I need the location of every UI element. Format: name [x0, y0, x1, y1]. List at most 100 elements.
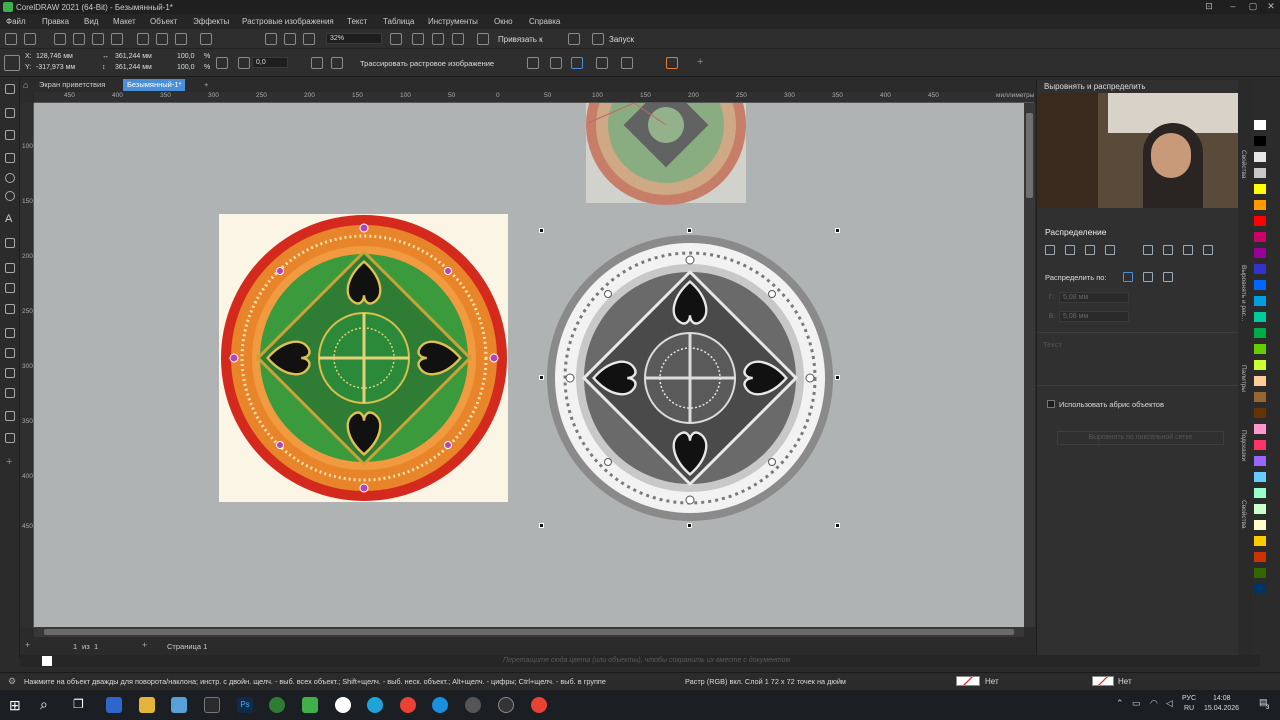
distribute-vspacing-icon[interactable] [1183, 245, 1193, 255]
palette-swatch[interactable] [1254, 504, 1266, 514]
menu-object[interactable]: Объект [150, 17, 177, 26]
copy-icon[interactable] [156, 33, 168, 45]
reference-point-icon[interactable] [4, 55, 20, 71]
clock-time[interactable]: 14:08 [1213, 695, 1231, 702]
menu-tools[interactable]: Инструменты [428, 17, 478, 26]
faded-mandala-copy[interactable] [586, 103, 746, 205]
edge-icon[interactable] [432, 697, 448, 713]
restore-toolbar-icon[interactable]: ⊡ [1202, 1, 1216, 13]
horizontal-scrollbar[interactable] [34, 627, 1024, 637]
tray-volume-icon[interactable]: ◁ [1166, 698, 1173, 709]
palette-swatch[interactable] [1254, 392, 1266, 402]
task-view-icon[interactable]: ❐ [73, 697, 84, 711]
palette-swatch[interactable] [1254, 440, 1266, 450]
palette-swatch[interactable] [1254, 328, 1266, 338]
menu-view[interactable]: Вид [84, 17, 98, 26]
tab-properties-2[interactable]: Подсказки [1240, 430, 1247, 461]
selection-handle[interactable] [687, 228, 692, 233]
snap-to-dropdown[interactable]: Привязать к [498, 35, 543, 44]
tab-align-distribute[interactable]: Выровнять и рас... [1240, 265, 1247, 321]
transparency-tool-icon[interactable] [5, 304, 15, 314]
photoshop-icon[interactable]: Ps [237, 697, 253, 713]
mesh-fill-icon[interactable] [5, 368, 15, 378]
horizontal-ruler[interactable]: 450 400 350 300 250 200 150 100 50 0 50 … [34, 92, 1034, 103]
menu-bitmaps[interactable]: Растровые изображения [242, 17, 334, 26]
vertical-spacing-field[interactable]: 5,08 мм [1059, 311, 1129, 322]
shape-tool-icon[interactable] [5, 108, 15, 118]
palette-swatch[interactable] [1254, 200, 1266, 210]
tray-network-icon[interactable]: ▭ [1132, 698, 1141, 709]
menu-edit[interactable]: Правка [42, 17, 69, 26]
selection-handle[interactable] [835, 523, 840, 528]
palette-swatch[interactable] [1254, 312, 1266, 322]
launch-icon[interactable] [592, 33, 604, 45]
selection-handle[interactable] [835, 228, 840, 233]
selection-handle[interactable] [835, 375, 840, 380]
distribute-spacing-value-icon[interactable] [1163, 272, 1173, 282]
scale-y-field[interactable]: 100,0 [177, 64, 195, 71]
palette-swatch[interactable] [1254, 152, 1266, 162]
palette-swatch[interactable] [1254, 232, 1266, 242]
tab-welcome[interactable]: Экран приветствия [35, 79, 109, 91]
palette-swatch[interactable] [1254, 408, 1266, 418]
menu-help[interactable]: Справка [529, 17, 560, 26]
export-icon[interactable] [284, 33, 296, 45]
tray-wifi-icon[interactable]: ◠ [1150, 698, 1158, 709]
mirror-horizontal-icon[interactable] [311, 57, 323, 69]
scale-x-field[interactable]: 100,0 [177, 53, 195, 60]
palette-swatch[interactable] [1254, 280, 1266, 290]
palette-swatch[interactable] [1254, 552, 1266, 562]
add-tab-button[interactable]: + [200, 79, 212, 91]
menu-layout[interactable]: Макет [113, 17, 136, 26]
zoom-fit-icon[interactable] [390, 33, 402, 45]
snap-icon[interactable] [477, 33, 489, 45]
yandex-browser-icon[interactable] [335, 697, 351, 713]
save-app-icon[interactable] [106, 697, 122, 713]
selection-handle[interactable] [539, 375, 544, 380]
obs-icon[interactable] [498, 697, 514, 713]
skype-icon[interactable] [367, 697, 383, 713]
freehand-tool-icon[interactable] [5, 130, 15, 140]
canvas-artwork[interactable] [34, 103, 1024, 627]
rectangle-tool-icon[interactable] [5, 153, 15, 163]
full-screen-icon[interactable] [412, 33, 424, 45]
open-icon[interactable] [24, 33, 36, 45]
effects-icon[interactable] [666, 57, 678, 69]
palette-swatch[interactable] [1254, 184, 1266, 194]
palette-swatch[interactable] [1254, 168, 1266, 178]
search-icon[interactable]: ⌕ [40, 696, 48, 713]
distribute-spacing-icon[interactable] [1085, 245, 1095, 255]
color-mandala-bitmap[interactable] [219, 214, 508, 502]
bitmap-mask-icon[interactable] [571, 57, 583, 69]
mirror-vertical-icon[interactable] [331, 57, 343, 69]
home-icon[interactable]: ⌂ [23, 80, 33, 90]
angle-field[interactable]: 0,0 [252, 57, 288, 68]
grayscale-mandala[interactable] [547, 235, 833, 521]
palette-swatch[interactable] [1254, 456, 1266, 466]
keyboard-language[interactable]: РУС [1182, 695, 1196, 702]
menu-window[interactable]: Окно [494, 17, 513, 26]
tab-palettes[interactable]: Палитры [1240, 365, 1247, 392]
palette-swatch[interactable] [1254, 584, 1266, 594]
drawing-canvas[interactable] [34, 103, 1024, 627]
selection-handle[interactable] [539, 228, 544, 233]
add-page-after-icon[interactable]: + [142, 640, 147, 650]
menu-text[interactable]: Текст [347, 17, 367, 26]
horizontal-scroll-thumb[interactable] [44, 629, 1014, 635]
selection-handle[interactable] [539, 523, 544, 528]
distribute-bottom-icon[interactable] [1203, 245, 1213, 255]
zoom-level-field[interactable]: 32% [326, 33, 382, 44]
palette-swatch[interactable] [1254, 520, 1266, 530]
palette-swatch[interactable] [1254, 264, 1266, 274]
shadow-tool-icon[interactable] [5, 283, 15, 293]
notepad-icon[interactable] [171, 697, 187, 713]
maximize-button[interactable]: ▢ [1246, 1, 1260, 13]
add-page-before-icon[interactable]: + [25, 640, 30, 650]
add-plus-icon[interactable]: + [697, 56, 703, 68]
trace-bitmap-dropdown[interactable]: Трассировать растровое изображение [360, 59, 494, 68]
menu-table[interactable]: Таблица [383, 17, 414, 26]
resample-icon[interactable] [596, 57, 608, 69]
paste-icon[interactable] [175, 33, 187, 45]
palette-swatch[interactable] [1254, 424, 1266, 434]
chrome-canary-icon[interactable] [531, 697, 547, 713]
